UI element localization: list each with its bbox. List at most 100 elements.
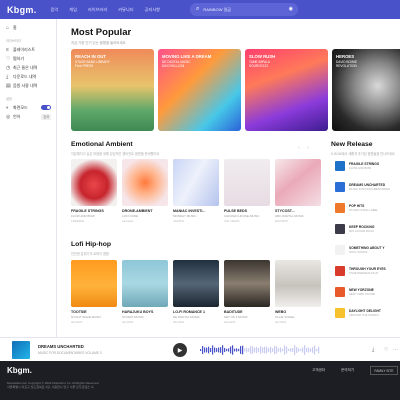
emotional-next-icon[interactable]: ›	[307, 145, 309, 151]
theme-toggle[interactable]	[41, 105, 51, 110]
sidebar-item-favorites[interactable]: ♡ 찜하기	[0, 54, 56, 63]
sidebar: ⌂ 홈 라이브러리 ≡ 플레이리스트 ♡ 찜하기 ◷ 최근 들은 내역 ⤓ 다운로드 내역…	[0, 19, 57, 337]
heart-icon: ♡	[6, 55, 11, 62]
waveform-bar	[264, 346, 266, 354]
album-art	[224, 159, 270, 206]
new-release-text: KEEP ROCKING 90S GUITAR ROCK	[345, 225, 374, 233]
waveform-bar	[216, 348, 218, 352]
popular-card[interactable]: MOVING LIKE A DREAM DE DIGITAL MUSIC DAYC…	[158, 49, 241, 131]
waveform-bar	[230, 346, 232, 354]
logo[interactable]: Kbgm.	[7, 5, 37, 15]
footer-link-contact[interactable]: 문의하기	[341, 368, 354, 373]
language-row: ◎ 언어 한국	[0, 112, 56, 121]
download-icon[interactable]: ⤓	[372, 347, 374, 353]
waveform-bar	[292, 348, 294, 352]
heart-icon[interactable]: ♡	[384, 347, 388, 353]
sidebar-label: 다운로드 내역	[13, 73, 37, 79]
library-section-title: 라이브러리	[6, 39, 21, 43]
card-uploader: abc4201	[173, 320, 185, 324]
more-icon[interactable]: ⋯	[393, 347, 398, 353]
emotional-card[interactable]: FRAGILE STRINGS FLOW AND BOW FREEBIE	[71, 159, 117, 223]
new-release-item-title: DREAMS UNCHARTED	[349, 182, 386, 187]
new-release-item[interactable]: SOMETHING ABOUT Y SOUL SONGS	[335, 242, 400, 257]
emotional-prev-icon[interactable]: ‹	[298, 145, 300, 151]
lofi-card[interactable]: WEBO OLLIE VOGEL abc4201	[275, 260, 321, 324]
new-release-text: DAYLIGHT DELIGHT AROUND THE WORLD	[345, 309, 381, 317]
emotional-card[interactable]: STYCOST... ABC DIGITAL MUSIC ENOSNO	[275, 159, 321, 223]
waveform-bar	[248, 348, 250, 352]
lofi-card[interactable]: LO-FI ROMANCE 1 DE DIGITAL MUSIC abc4201	[173, 260, 219, 324]
popular-card[interactable]: HEROES DAVID BOWIE REVOLUTION	[332, 49, 400, 131]
theme-row: ◐ 화면모드	[0, 103, 56, 112]
sidebar-label: 홈	[13, 24, 17, 30]
card-title: LO-FI ROMANCE 1	[173, 310, 205, 314]
sidebar-item-playlist[interactable]: ≡ 플레이리스트	[0, 45, 56, 54]
waveform-bar	[276, 346, 278, 354]
lofi-card[interactable]: BADITUDE SET OF 3 MUSIC abc4201	[224, 260, 270, 324]
card-title: MANIAC INVESTI...	[173, 209, 206, 213]
popular-card[interactable]: SLOW RUSH TAME IMPALA SOURCE123	[245, 49, 328, 131]
waveform-bar	[318, 346, 320, 354]
lofi-card[interactable]: HARAJUKU BOYS STUDIO MUSIC abc4201	[122, 260, 168, 324]
language-select[interactable]: 한국	[41, 113, 51, 120]
waveform-bar	[308, 347, 310, 353]
footer: Kbgm. Modustitel.com Copyright © 2022 Mo…	[0, 361, 400, 400]
emotional-card[interactable]: MANIAC INVESTI... MONDAY MUSIC JAZZFD	[173, 159, 219, 223]
nav-game[interactable]: 게임	[69, 7, 77, 13]
waveform[interactable]	[200, 344, 320, 356]
popular-artist: DE DIGITAL MUSIC DAYCHILL1234	[162, 60, 191, 68]
waveform-bar	[246, 347, 248, 353]
lofi-card[interactable]: TOOTSIE NYGHT WAVE MUSIC abc4201	[71, 260, 117, 324]
sidebar-item-usage[interactable]: ▤ 음원 사용 내역	[0, 81, 56, 90]
sidebar-item-home[interactable]: ⌂ 홈	[0, 23, 56, 32]
emotional-card[interactable]: PULSE BEDS CHICKEN HOUSE MUSIC AIR VIEWS	[224, 159, 270, 223]
waveform-bar	[204, 347, 206, 353]
new-release-item[interactable]: DAYLIGHT DELIGHT AROUND THE WORLD	[335, 305, 400, 320]
nav-library[interactable]: 라이브러리	[88, 7, 107, 13]
popular-title: SLOW RUSH	[249, 54, 276, 59]
sidebar-item-downloads[interactable]: ⤓ 다운로드 내역	[0, 72, 56, 81]
card-title: WEBO	[275, 310, 287, 314]
family-site-select[interactable]: FAMILY SITE	[370, 366, 398, 375]
waveform-bar	[300, 348, 302, 352]
footer-link-support[interactable]: 고객센터	[312, 368, 325, 373]
new-release-item[interactable]: FRAGILE STRINGS FLOW AND BOW	[335, 158, 400, 173]
waveform-bar	[280, 347, 282, 353]
main-content: Most Popular 지금 가장 인기 있는 음원을 들어보세요 REACH…	[57, 19, 400, 337]
player-album-art	[12, 341, 30, 359]
waveform-bar	[232, 345, 234, 355]
emotional-card[interactable]: DRONE-AMBIENT LOFI CODE saarasol	[122, 159, 168, 223]
new-release-text: SOMETHING ABOUT Y SOUL SONGS	[345, 246, 385, 254]
card-title: FRAGILE STRINGS	[71, 209, 104, 213]
search-input[interactable]: ⌕ RAINBOW 일곱 ◉	[190, 3, 298, 16]
new-release-text: FRAGILE STRINGS FLOW AND BOW	[345, 162, 379, 170]
new-release-item-artist: FLOW AND BOW	[349, 165, 372, 170]
album-art	[71, 260, 117, 307]
new-release-item[interactable]: POP HITS STUDIO SONG LABEL	[335, 200, 400, 215]
new-release-item-title: DAYLIGHT DELIGHT	[349, 308, 381, 313]
emotional-subtitle: 차분해지고 싶은 마음을 위해 감성적인 앰비언트 음원을 준비했어요	[71, 152, 160, 156]
nav-community[interactable]: 커뮤니티	[118, 7, 133, 13]
sidebar-item-recent[interactable]: ◷ 최근 들은 내역	[0, 63, 56, 72]
new-release-item[interactable]: DREAMS UNCHARTED MUSIC FOR DOCUMENTARIES	[335, 179, 400, 194]
new-release-item-title: THROUGH YOUR EYES	[349, 266, 386, 271]
popular-card[interactable]: REACH IN OUT STAGE BAND LIBRARY Free PRES…	[71, 49, 154, 131]
waveform-bar	[212, 345, 214, 355]
new-release-item[interactable]: NEW YORZONE NEW YORK SOUND	[335, 284, 400, 299]
nav-music[interactable]: 음악	[51, 7, 59, 13]
sidebar-label: 최근 들은 내역	[13, 64, 38, 70]
album-art	[224, 260, 270, 307]
mic-icon[interactable]: ◉	[289, 6, 293, 12]
card-title: TOOTSIE	[71, 310, 87, 314]
waveform-bar	[222, 345, 224, 355]
album-art	[122, 159, 168, 206]
album-art	[122, 260, 168, 307]
waveform-bar	[270, 346, 272, 354]
card-artist: CHICKEN HOUSE MUSIC	[224, 214, 260, 218]
new-release-item[interactable]: KEEP ROCKING 90S GUITAR ROCK	[335, 221, 400, 236]
new-release-item[interactable]: THROUGH YOUR EYES TAME PERSEVA PLUS	[335, 263, 400, 278]
waveform-bar	[214, 347, 216, 353]
album-art	[173, 260, 219, 307]
nav-notice[interactable]: 공지사항	[145, 7, 160, 13]
play-button[interactable]: ▶	[173, 343, 187, 357]
